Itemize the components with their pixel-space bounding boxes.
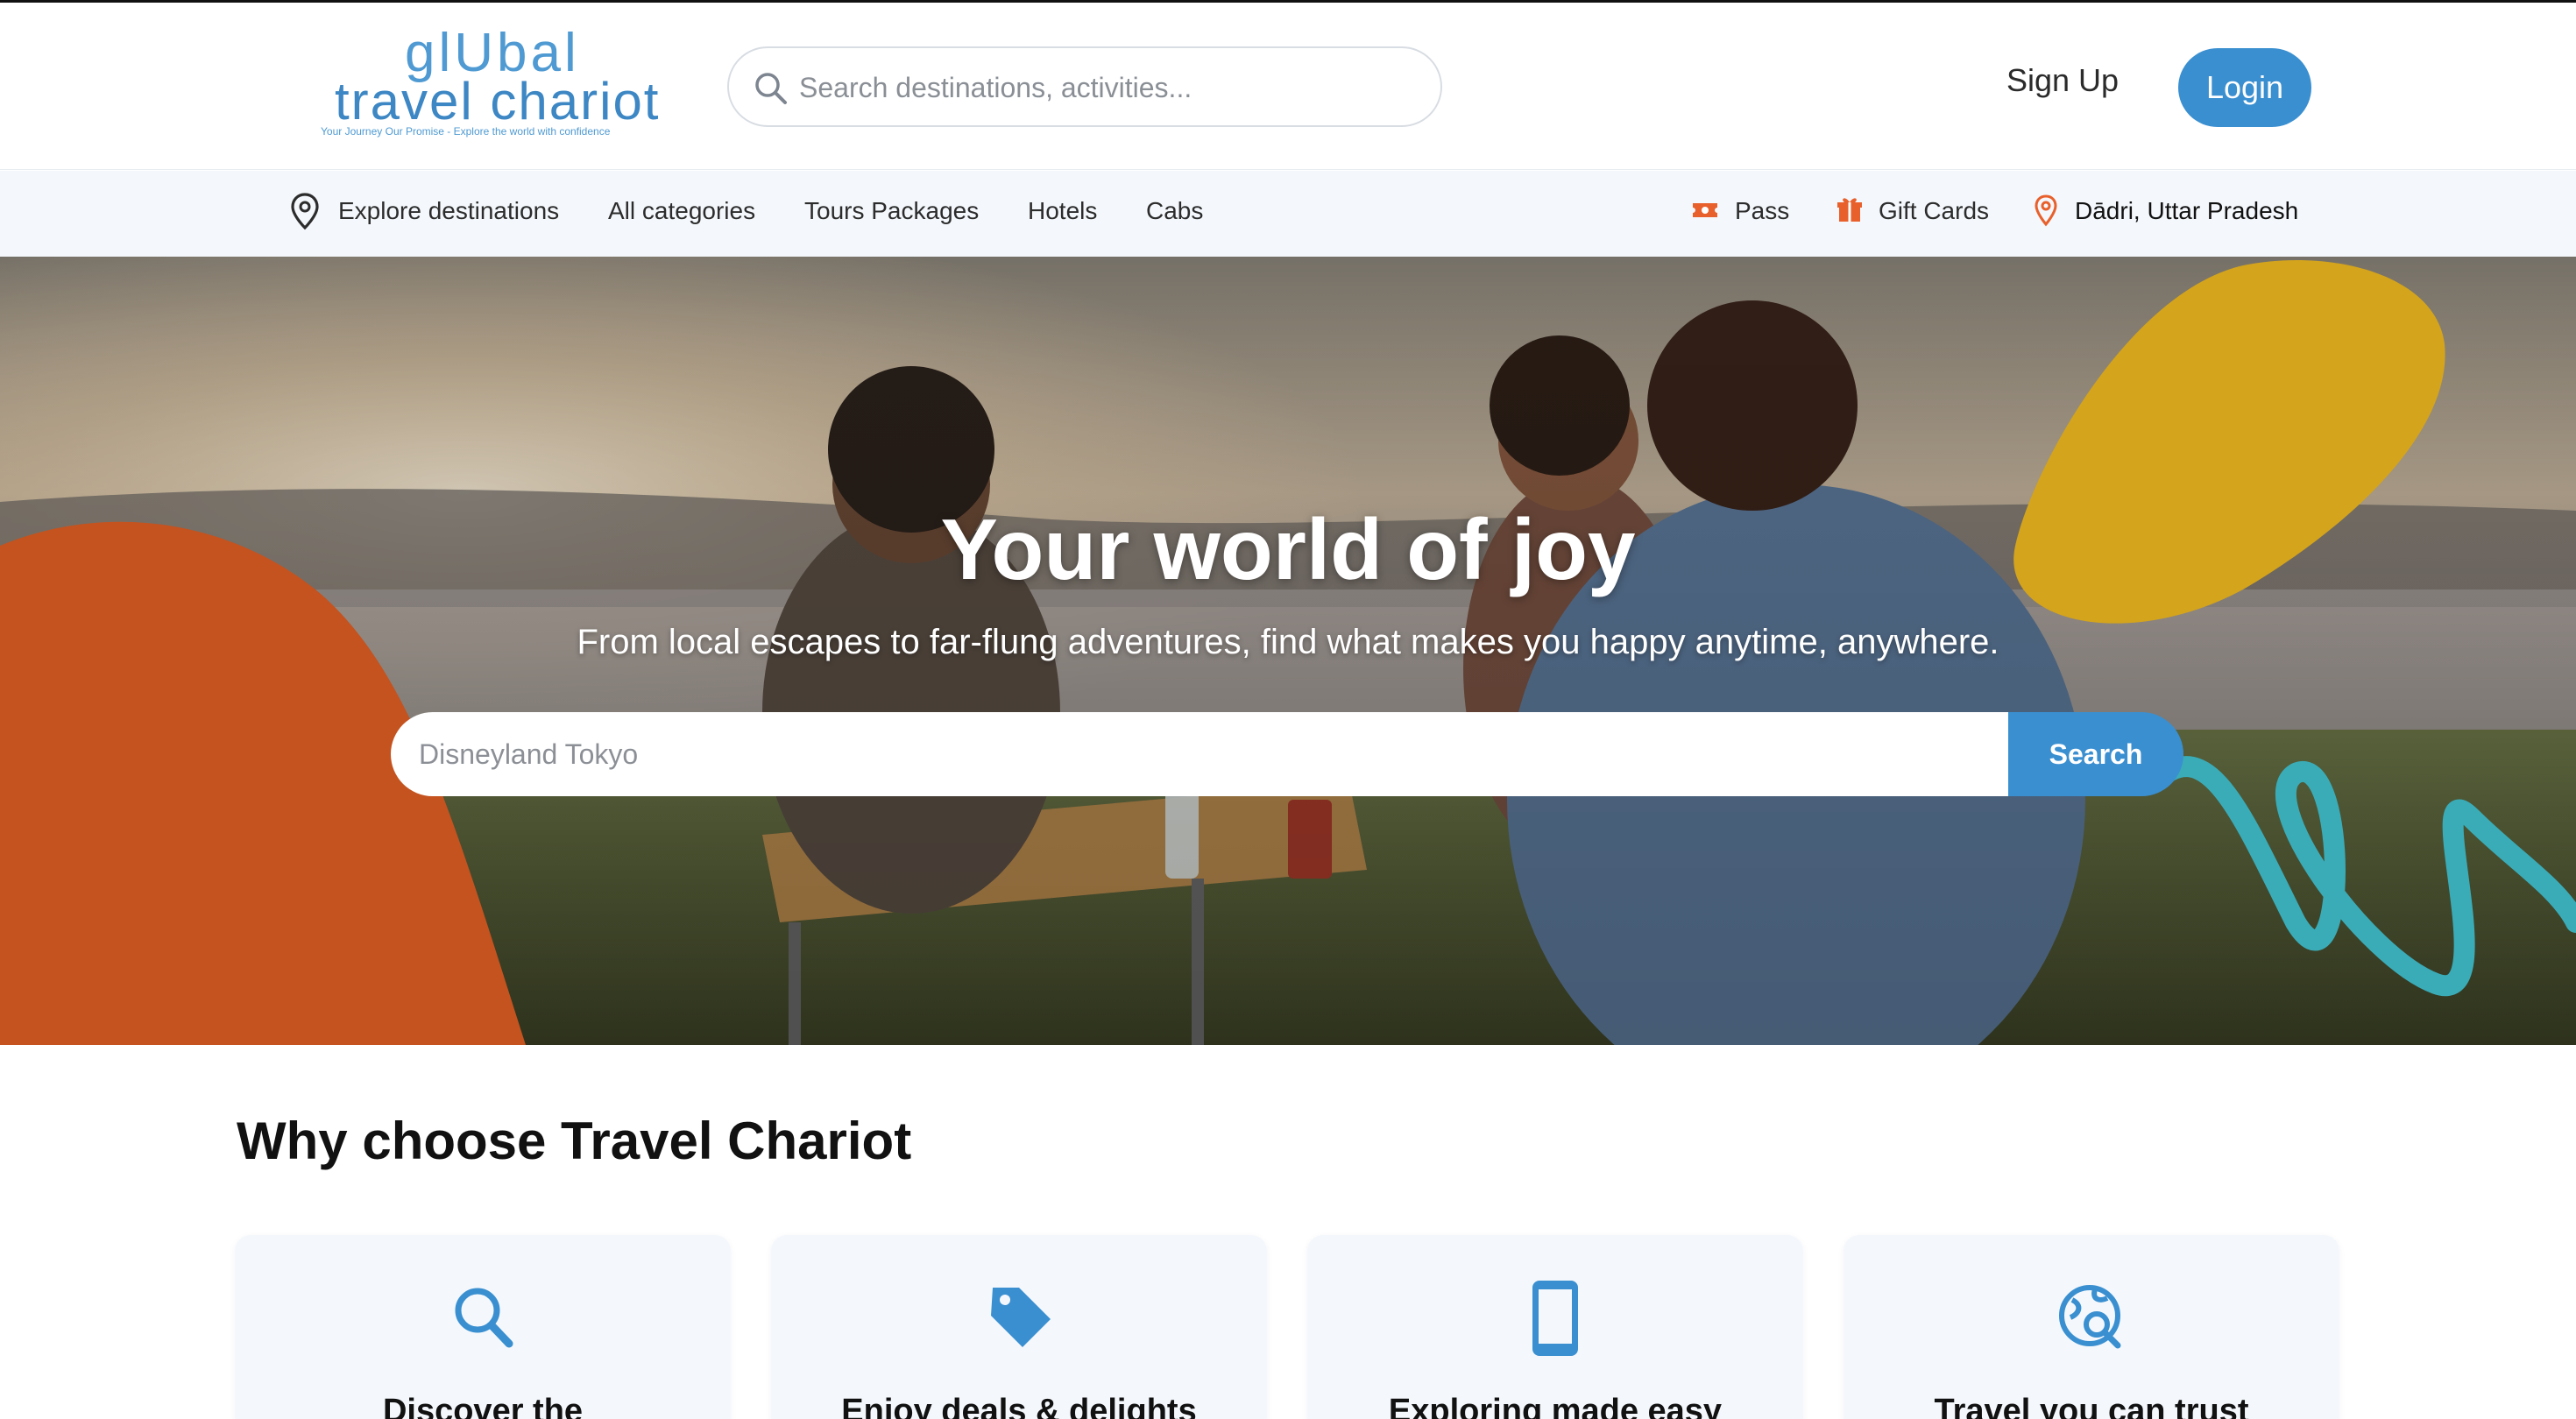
feature-card-deals[interactable]: Enjoy deals & delights xyxy=(771,1235,1267,1419)
signup-button[interactable]: Sign Up xyxy=(2006,62,2119,99)
feature-card-title: Exploring made easy xyxy=(1388,1393,1723,1419)
site-header: glUbal travel chariot Your Journey Our P… xyxy=(0,3,2576,170)
hero-search-field[interactable] xyxy=(391,712,2008,796)
nav-label: Dādri, Uttar Pradesh xyxy=(2075,197,2299,224)
nav-cabs[interactable]: Cabs xyxy=(1146,197,1203,225)
hero-search-button[interactable]: Search xyxy=(2008,712,2183,796)
nav-tours-packages[interactable]: Tours Packages xyxy=(804,197,979,225)
ticket-icon xyxy=(1691,199,1719,222)
category-nav: Explore destinations All categories Tour… xyxy=(0,171,2576,257)
location-pin-icon xyxy=(289,192,321,236)
logo-line2: travel chariot xyxy=(335,72,661,131)
hero-search-input[interactable] xyxy=(419,728,1978,780)
nav-label: Gift Cards xyxy=(1879,197,1990,224)
search-icon xyxy=(448,1279,518,1358)
hero-subtitle: From local escapes to far-flung adventur… xyxy=(577,623,1999,661)
nav-hotels[interactable]: Hotels xyxy=(1028,197,1097,225)
feature-card-title: Discover the xyxy=(382,1393,584,1419)
hero-banner: Your world of joy From local escapes to … xyxy=(0,257,2576,1045)
feature-card-title: Travel you can trust xyxy=(1934,1393,2249,1419)
smartphone-icon xyxy=(1520,1279,1590,1358)
search-icon xyxy=(752,69,790,108)
nav-gift-cards[interactable]: Gift Cards xyxy=(1836,197,1989,225)
gift-icon xyxy=(1836,195,1863,223)
location-pin-icon xyxy=(2033,194,2059,227)
nav-all-categories[interactable]: All categories xyxy=(608,197,755,225)
logo-tagline: Your Journey Our Promise - Explore the w… xyxy=(321,125,611,138)
hero-search-bar: Search xyxy=(391,712,2183,796)
nav-explore-destinations[interactable]: Explore destinations xyxy=(289,193,560,230)
nav-label: Pass xyxy=(1735,197,1790,224)
brand-logo[interactable]: glUbal travel chariot Your Journey Our P… xyxy=(317,22,676,145)
login-button[interactable]: Login xyxy=(2178,48,2311,127)
header-search-input[interactable] xyxy=(799,62,1412,113)
feature-card-exploring[interactable]: Exploring made easy xyxy=(1307,1235,1803,1419)
header-search-box[interactable] xyxy=(727,46,1442,127)
feature-card-discover[interactable]: Discover the xyxy=(235,1235,731,1419)
nav-pass[interactable]: Pass xyxy=(1691,197,1789,225)
why-section-title: Why choose Travel Chariot xyxy=(237,1112,912,1170)
nav-location-selector[interactable]: Dādri, Uttar Pradesh xyxy=(2033,194,2299,227)
tag-icon xyxy=(984,1279,1054,1358)
globe-search-icon xyxy=(2056,1279,2127,1358)
feature-card-trust[interactable]: Travel you can trust xyxy=(1844,1235,2339,1419)
hero-title: Your world of joy xyxy=(940,501,1636,597)
feature-card-title: Enjoy deals & delights xyxy=(841,1393,1197,1419)
nav-label: Explore destinations xyxy=(338,197,560,224)
